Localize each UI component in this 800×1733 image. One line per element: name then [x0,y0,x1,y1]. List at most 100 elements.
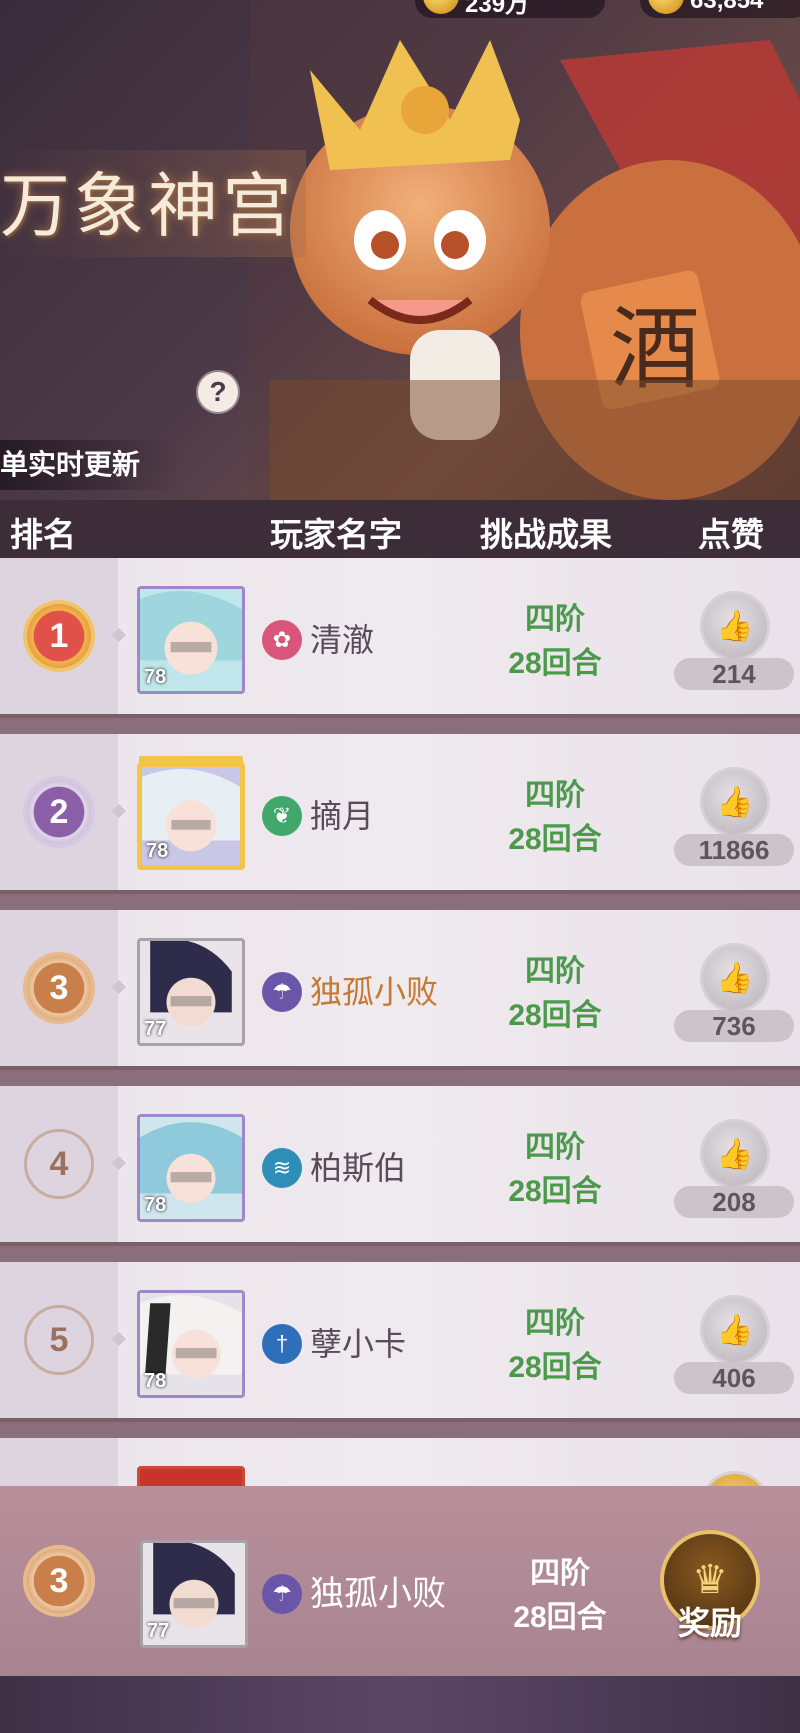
gold-coin-icon [423,0,459,14]
result-rounds: 28回合 [508,1351,602,1384]
result-rounds: 28回合 [508,823,602,856]
rank-medal-bronze: 3 [27,956,91,1020]
challenge-result: 四阶 28回合 [490,1302,620,1390]
bottom-nav-strip [0,1676,800,1733]
avatar[interactable] [137,1466,245,1486]
player-name[interactable]: 孽小卡 [310,1324,406,1364]
coin-amount: 63,854 [690,0,764,14]
player-name[interactable]: 摘月 [310,796,374,836]
sword-icon: † [262,1324,302,1364]
my-rank-medal: 3 [27,1549,91,1613]
result-tier: 四阶 [525,955,585,988]
result-rounds: 28回合 [508,999,602,1032]
avatar-level: 77 [144,1018,167,1040]
rank-badge: 4 [24,1129,94,1199]
result-tier: 四阶 [525,1131,585,1164]
rank-cell: 1 [0,558,118,714]
result-rounds: 28回合 [513,1601,607,1634]
like-count: 214 [674,658,794,690]
result-tier: 四阶 [525,779,585,812]
like-button[interactable] [703,1474,767,1486]
rank-cell: 2 [0,734,118,890]
like-count: 11866 [674,834,794,866]
umbrella-icon: ☂ [262,1574,302,1614]
like-button[interactable]: 👍 [703,1122,767,1186]
thumbs-up-icon: 👍 [716,961,754,995]
leaderboard-list[interactable]: 1 78 ✿ 清澈 四阶 28回合 👍 214 2 78 ❦ 摘月 四阶 28回… [0,558,800,1486]
update-note: 单实时更新 [0,440,181,490]
gold-amount: 239万 [465,0,530,18]
rank-cell: 5 [0,1262,118,1418]
avatar-level: 78 [146,840,169,862]
challenge-result: 四阶 28回合 [490,774,620,862]
like-button[interactable]: 👍 [703,946,767,1010]
my-player-name: 独孤小败 [310,1575,446,1613]
player-name[interactable]: 清澈 [310,620,374,660]
result-tier: 四阶 [525,603,585,636]
result-rounds: 28回合 [508,1175,602,1208]
avatar[interactable]: 78 [137,1114,245,1222]
thumbs-up-icon: 👍 [716,609,754,643]
result-tier: 四阶 [525,1307,585,1340]
coin-balance: 63,854 [640,0,800,18]
coin-icon [648,0,684,14]
leaderboard-row[interactable]: 4 78 ≋ 柏斯伯 四阶 28回合 👍 208 [0,1086,800,1246]
gold-balance: 239万 [415,0,605,18]
rank-badge: 5 [24,1305,94,1375]
avatar[interactable]: 78 [137,586,245,694]
rank-cell [0,1438,118,1486]
leaderboard-header: 排名 玩家名字 挑战成果 点赞 [0,500,800,558]
leaderboard-row[interactable]: 5 78 † 孽小卡 四阶 28回合 👍 406 [0,1262,800,1422]
event-banner: 酒 239万 63,854 万象神宫 ? 单实时更新 [0,0,800,500]
leaderboard-row[interactable]: 3 77 ☂ 独孤小败 四阶 28回合 👍 736 [0,910,800,1070]
avatar-level: 77 [147,1620,170,1642]
leaderboard-row[interactable]: 2 78 ❦ 摘月 四阶 28回合 👍 11866 [0,734,800,894]
player-name[interactable]: 柏斯伯 [310,1148,406,1188]
monkey-hero-illustration: 酒 [250,0,800,500]
leaf-icon: ❦ [262,796,302,836]
character-portrait [140,1469,242,1486]
rank-cell: 3 [0,910,118,1066]
col-likes: 点赞 [698,516,764,553]
col-result: 挑战成果 [480,516,612,553]
reward-bag-icon: ♛ [692,1558,728,1602]
wave-icon: ≋ [262,1148,302,1188]
result-tier: 四阶 [530,1557,590,1590]
rank-medal-gold: 1 [27,604,91,668]
leaderboard-row[interactable] [0,1438,800,1486]
thumbs-up-icon: 👍 [716,1137,754,1171]
avatar[interactable]: 78 [137,762,245,870]
avatar-level: 78 [144,666,167,688]
like-button[interactable]: 👍 [703,594,767,658]
like-button[interactable]: 👍 [703,1298,767,1362]
avatar-level: 78 [144,1370,167,1392]
rank-medal-silver: 2 [27,780,91,844]
like-button[interactable]: 👍 [703,770,767,834]
my-avatar[interactable]: 77 [140,1540,248,1648]
challenge-result: 四阶 28回合 [490,598,620,686]
umbrella-icon: ☂ [262,972,302,1012]
avatar[interactable]: 77 [137,938,245,1046]
my-challenge-result: 四阶 28回合 [495,1552,625,1640]
flower-icon: ✿ [262,620,302,660]
player-name[interactable]: 独孤小败 [310,972,438,1012]
thumbs-up-icon: 👍 [716,1313,754,1347]
my-rank-bar: 3 77 ☂ 独孤小败 四阶 28回合 ♛ 奖励 [0,1486,800,1676]
reward-label[interactable]: 奖励 [670,1598,750,1644]
rank-cell: 4 [0,1086,118,1242]
thumbs-up-icon: 👍 [716,785,754,819]
avatar-level: 78 [144,1194,167,1216]
like-count: 736 [674,1010,794,1042]
col-rank: 排名 [10,516,76,553]
challenge-result: 四阶 28回合 [490,950,620,1038]
challenge-result: 四阶 28回合 [490,1126,620,1214]
avatar[interactable]: 78 [137,1290,245,1398]
like-count: 208 [674,1186,794,1218]
help-button[interactable]: ? [198,372,238,412]
col-player-name: 玩家名字 [270,516,402,553]
event-title: 万象神宫 [0,150,306,257]
like-count: 406 [674,1362,794,1394]
rank-cell: 3 [0,1486,118,1676]
result-rounds: 28回合 [508,647,602,680]
leaderboard-row[interactable]: 1 78 ✿ 清澈 四阶 28回合 👍 214 [0,558,800,718]
